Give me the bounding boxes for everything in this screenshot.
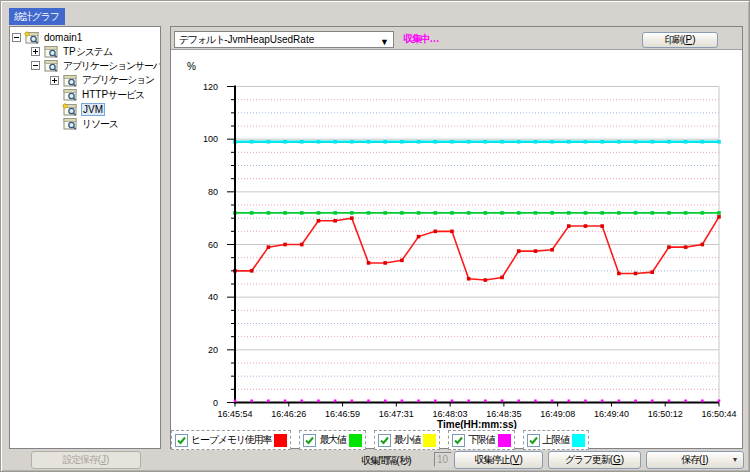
save-button-label: 保存(I) (681, 454, 708, 465)
checkbox-checked-icon[interactable] (303, 434, 316, 447)
print-button[interactable]: 印刷(P) (642, 32, 718, 48)
legend-item-下限値: 下限値 (448, 430, 514, 450)
checkbox-checked-icon[interactable] (527, 434, 540, 447)
svg-text:20: 20 (208, 345, 218, 355)
legend-color-swatch (498, 434, 511, 447)
tree-item-HTTPサービス[interactable]: HTTPサービス (10, 88, 160, 102)
collecting-status: 収集中… (403, 32, 438, 46)
monitor-icon (43, 59, 59, 72)
legend-label: 最小値 (394, 433, 420, 447)
tree-item-アプリケーション[interactable]: アプリケーション (10, 73, 160, 87)
tree-item-label[interactable]: domain1 (43, 32, 83, 43)
legend-item-上限値: 上限値 (523, 430, 589, 450)
tree-item-domain1[interactable]: domain1 (10, 30, 160, 44)
svg-text:120: 120 (203, 82, 218, 92)
monitor-active-icon (24, 31, 40, 44)
svg-text:16:49:40: 16:49:40 (594, 409, 629, 419)
svg-text:16:50:44: 16:50:44 (701, 409, 736, 419)
svg-text:16:48:03: 16:48:03 (433, 409, 468, 419)
graph-toolbar: デフォルト-JvmHeapUsedRate ▼ 収集中… 印刷(P) (171, 27, 742, 50)
graph-refresh-button[interactable]: グラフ更新(G) (548, 451, 641, 469)
tree-item-アプリケーションサーバ[interactable]: アプリケーションサーバ (10, 59, 160, 73)
checkbox-checked-icon[interactable] (452, 434, 465, 447)
legend-color-swatch (349, 434, 362, 447)
stop-collection-button[interactable]: 収集停止(V) (454, 451, 543, 469)
collapse-icon[interactable] (31, 61, 40, 70)
tree-item-TPシステム[interactable]: TPシステム (10, 44, 160, 58)
legend-color-swatch (274, 434, 287, 447)
legend-label: 下限値 (468, 433, 494, 447)
monitor-icon (62, 117, 78, 130)
legend-label: 上限値 (543, 433, 569, 447)
legend-item-最大値: 最大値 (299, 430, 365, 450)
tree-item-リソース[interactable]: リソース (10, 116, 160, 130)
spacer (50, 119, 59, 128)
svg-text:Time(HH:mm:ss): Time(HH:mm:ss) (437, 419, 517, 430)
svg-text:40: 40 (208, 292, 218, 302)
svg-text:16:49:08: 16:49:08 (540, 409, 575, 419)
metric-select[interactable]: デフォルト-JvmHeapUsedRate ▼ (174, 31, 394, 48)
legend-label: ヒープメモリ使用率 (191, 433, 271, 447)
svg-text:16:45:54: 16:45:54 (217, 409, 252, 419)
spacer (50, 90, 59, 99)
tree-item-label[interactable]: JVM (81, 103, 105, 116)
domain-tree-panel: domain1 TPシステムアプリケーションサーバアプリケーションHTTPサービス… (9, 26, 161, 449)
spacer (50, 105, 59, 114)
legend-item-最小値: 最小値 (374, 430, 440, 450)
collection-interval-input[interactable]: 10 (434, 452, 452, 467)
save-dropdown-icon[interactable]: ▾ (733, 452, 737, 468)
svg-text:0: 0 (213, 398, 218, 408)
checkbox-checked-icon[interactable] (378, 434, 391, 447)
expand-icon[interactable] (50, 76, 59, 85)
svg-text:16:46:26: 16:46:26 (271, 409, 306, 419)
legend-item-ヒープメモリ使用率: ヒープメモリ使用率 (171, 430, 291, 450)
checkbox-checked-icon[interactable] (175, 434, 188, 447)
monitor-active-icon (62, 103, 78, 116)
svg-text:60: 60 (208, 240, 218, 250)
tab-statistics-graph[interactable]: 統計グラフ (9, 8, 65, 25)
tree-item-JVM[interactable]: JVM (10, 102, 160, 116)
legend-color-swatch (423, 434, 436, 447)
collapse-icon[interactable] (12, 33, 21, 42)
svg-text:16:47:31: 16:47:31 (379, 409, 414, 419)
settings-save-button[interactable]: 設定保存(J) (31, 451, 141, 469)
metric-select-value: デフォルト-JvmHeapUsedRate (179, 34, 314, 45)
chart-area: 0 20 40 60 80 100 120 16:45:54 16:46:26 16:46:59 1… (171, 51, 742, 448)
tree-item-label[interactable]: HTTPサービス (81, 88, 145, 102)
svg-text:16:50:12: 16:50:12 (648, 409, 683, 419)
statistics-graph-window: 統計グラフ domain1 TPシステムアプリケーションサーバアプリケーションHT… (0, 0, 750, 472)
expand-icon[interactable] (31, 47, 40, 56)
tree-item-label[interactable]: アプリケーション (81, 73, 155, 87)
chart-legend: ヒープメモリ使用率 最大値 最小値 下限値 上限値 (171, 430, 589, 450)
tree-item-label[interactable]: リソース (81, 117, 119, 131)
svg-text:16:46:59: 16:46:59 (325, 409, 360, 419)
graph-panel: デフォルト-JvmHeapUsedRate ▼ 収集中… 印刷(P) 0 20 40… (170, 26, 743, 449)
tree-item-label[interactable]: アプリケーションサーバ (62, 59, 161, 73)
monitor-icon (43, 45, 59, 58)
tree-item-label[interactable]: TPシステム (62, 45, 113, 59)
svg-text:%: % (187, 61, 196, 72)
svg-text:100: 100 (203, 134, 218, 144)
chevron-down-icon: ▼ (380, 35, 389, 50)
monitor-icon (62, 74, 78, 87)
legend-label: 最大値 (319, 433, 345, 447)
svg-text:80: 80 (208, 187, 218, 197)
collection-interval-label: 収集間隔(秒) (361, 454, 412, 468)
line-chart: 0 20 40 60 80 100 120 16:45:54 16:46:26 16:46:59 1… (171, 51, 742, 429)
bottom-bar: 設定保存(J) 収集間隔(秒) 10 収集停止(V) グラフ更新(G) 保存(I… (1, 450, 749, 471)
save-button[interactable]: 保存(I) ▾ (646, 451, 744, 469)
svg-text:16:48:35: 16:48:35 (486, 409, 521, 419)
legend-color-swatch (572, 434, 585, 447)
monitor-icon (62, 88, 78, 101)
